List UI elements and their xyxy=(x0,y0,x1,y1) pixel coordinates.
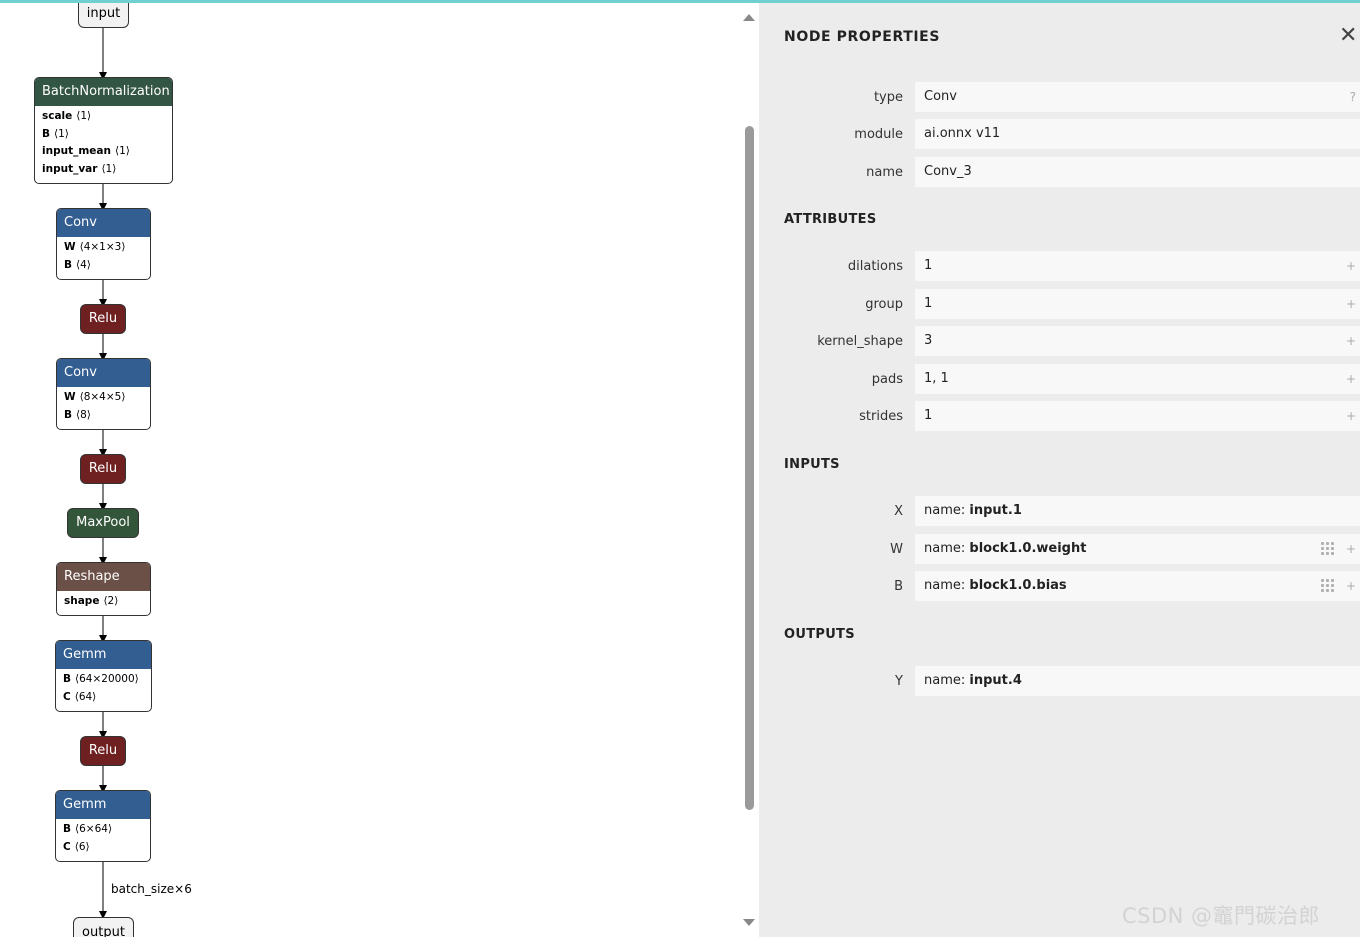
input-label-b: B xyxy=(894,579,903,594)
output-edge-label: batch_size×6 xyxy=(111,882,192,896)
attr-value-strides[interactable]: 1 + xyxy=(915,401,1360,431)
graph-canvas[interactable]: input BatchNormalization scale ⟨1⟩ B ⟨1⟩ i… xyxy=(0,0,740,937)
expand-plus-icon[interactable]: + xyxy=(1346,534,1356,564)
prop-label-module: module xyxy=(854,127,903,142)
prop-value-type[interactable]: Conv ? xyxy=(915,82,1360,112)
top-accent-bar xyxy=(0,0,1360,3)
input-label-w: W xyxy=(890,542,903,557)
graph-node-relu-3[interactable]: Relu xyxy=(80,736,126,766)
attr-label-pads: pads xyxy=(871,372,903,387)
csdn-watermark: CSDN @竈門碳治郎 xyxy=(1122,904,1321,928)
output-label-y: Y xyxy=(895,674,903,689)
graph-input-label: input xyxy=(86,6,121,21)
close-icon[interactable]: ✕ xyxy=(1339,25,1357,47)
node-attr: W ⟨4×1×3⟩ xyxy=(64,241,126,253)
expand-plus-icon[interactable]: + xyxy=(1346,289,1356,319)
prop-label-type: type xyxy=(873,90,903,105)
node-header: Conv xyxy=(57,359,150,387)
vertical-scrollbar[interactable] xyxy=(740,0,759,937)
expand-plus-icon[interactable]: + xyxy=(1346,326,1356,356)
section-outputs-title: OUTPUTS xyxy=(784,627,855,642)
help-icon[interactable]: ? xyxy=(1350,82,1356,112)
node-header: BatchNormalization xyxy=(35,78,172,106)
graph-node-gemm-1[interactable]: Gemm B ⟨64×20000⟩ C ⟨64⟩ xyxy=(55,640,152,712)
node-attr: B ⟨4⟩ xyxy=(64,258,91,271)
attr-label-group: group xyxy=(865,297,903,312)
node-attr: B ⟨6×64⟩ xyxy=(63,823,113,835)
node-header: Gemm xyxy=(56,641,151,669)
graph-node-relu-1[interactable]: Relu xyxy=(80,304,126,334)
section-attributes-title: ATTRIBUTES xyxy=(784,212,877,227)
input-label-x: X xyxy=(894,504,903,519)
node-header: Gemm xyxy=(56,791,150,819)
tensor-grid-icon[interactable] xyxy=(1321,542,1334,555)
graph-node-batchnorm[interactable]: BatchNormalization scale ⟨1⟩ B ⟨1⟩ input_m… xyxy=(34,77,173,184)
attr-label-kernel-shape: kernel_shape xyxy=(817,334,903,349)
node-attr: B ⟨8⟩ xyxy=(64,408,91,421)
graph-input-node[interactable]: input xyxy=(78,0,129,28)
graph-node-conv-1[interactable]: Conv W ⟨4×1×3⟩ B ⟨4⟩ xyxy=(56,208,151,280)
prop-value-name: Conv_3 xyxy=(915,157,1360,187)
attr-value-pads[interactable]: 1, 1 + xyxy=(915,364,1360,394)
expand-plus-icon[interactable]: + xyxy=(1346,401,1356,431)
input-value-x: name: input.1 xyxy=(915,496,1360,526)
attr-value-kernel-shape[interactable]: 3 + xyxy=(915,326,1360,356)
prop-label-name: name xyxy=(866,165,903,180)
tensor-grid-icon[interactable] xyxy=(1321,579,1334,592)
node-attr: input_var ⟨1⟩ xyxy=(42,162,117,175)
expand-plus-icon[interactable]: + xyxy=(1346,364,1356,394)
node-properties-panel: NODE PROPERTIES ✕ type Conv ? module ai.… xyxy=(759,3,1360,937)
scroll-thumb[interactable] xyxy=(745,126,754,810)
attr-value-dilations[interactable]: 1 + xyxy=(915,251,1360,281)
graph-output-label: output xyxy=(82,925,125,937)
attr-label-dilations: dilations xyxy=(847,259,903,274)
node-attr: B ⟨64×20000⟩ xyxy=(63,673,139,685)
node-attr: scale ⟨1⟩ xyxy=(42,110,92,122)
output-value-y: name: input.4 xyxy=(915,666,1360,696)
node-attr: input_mean ⟨1⟩ xyxy=(42,145,130,157)
node-attr: shape ⟨2⟩ xyxy=(64,595,119,607)
scroll-down-arrow-icon[interactable] xyxy=(743,919,755,926)
attr-label-strides: strides xyxy=(859,409,903,424)
input-value-w[interactable]: name: block1.0.weight + xyxy=(915,534,1360,564)
expand-plus-icon[interactable]: + xyxy=(1346,571,1356,601)
node-header: Conv xyxy=(57,209,150,237)
node-attr: C ⟨64⟩ xyxy=(63,690,97,703)
graph-node-gemm-2[interactable]: Gemm B ⟨6×64⟩ C ⟨6⟩ xyxy=(55,790,151,862)
section-inputs-title: INPUTS xyxy=(784,457,840,472)
node-attr: C ⟨6⟩ xyxy=(63,840,90,853)
graph-node-relu-2[interactable]: Relu xyxy=(80,454,126,484)
graph-node-reshape[interactable]: Reshape shape ⟨2⟩ xyxy=(56,562,151,616)
graph-node-conv-2[interactable]: Conv W ⟨8×4×5⟩ B ⟨8⟩ xyxy=(56,358,151,430)
attr-value-group[interactable]: 1 + xyxy=(915,289,1360,319)
panel-title: NODE PROPERTIES xyxy=(784,29,940,45)
node-attr: W ⟨8×4×5⟩ xyxy=(64,391,126,403)
graph-node-maxpool[interactable]: MaxPool xyxy=(67,508,139,538)
scroll-up-arrow-icon[interactable] xyxy=(743,14,755,21)
node-attr: B ⟨1⟩ xyxy=(42,127,69,140)
expand-plus-icon[interactable]: + xyxy=(1346,251,1356,281)
prop-value-module: ai.onnx v11 xyxy=(915,119,1360,149)
graph-output-node[interactable]: output xyxy=(73,917,134,937)
input-value-b[interactable]: name: block1.0.bias + xyxy=(915,571,1360,601)
node-header: Reshape xyxy=(57,563,150,591)
